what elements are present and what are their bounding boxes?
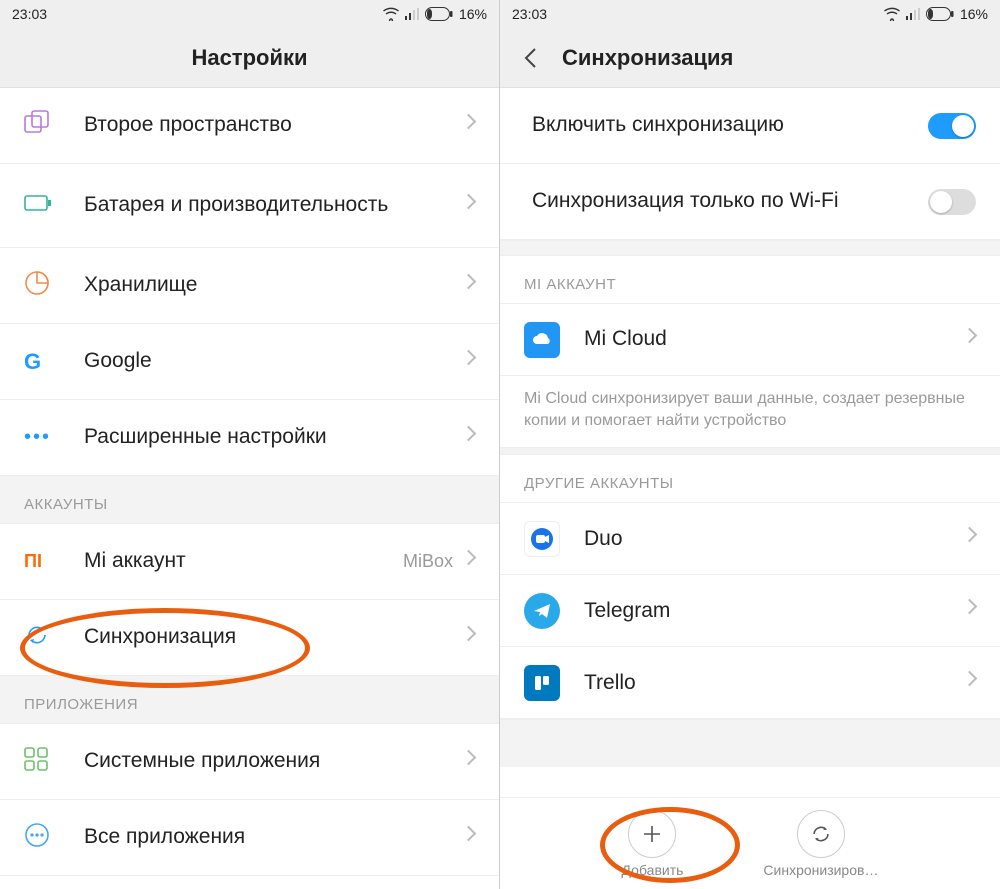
row-wifi-only[interactable]: Синхронизация только по Wi-Fi bbox=[500, 164, 1000, 240]
second-space-icon bbox=[24, 110, 50, 141]
section-accounts: АККАУНТЫ bbox=[0, 476, 499, 524]
row-advanced[interactable]: ••• Расширенные настройки bbox=[0, 400, 499, 476]
label: Синхронизация bbox=[84, 624, 463, 650]
label: Все приложения bbox=[84, 824, 463, 850]
plus-icon bbox=[628, 810, 676, 858]
separator bbox=[500, 447, 1000, 455]
signal-icon bbox=[906, 8, 920, 20]
toggle-wifi-only[interactable] bbox=[928, 189, 976, 215]
wifi-icon bbox=[383, 7, 399, 21]
chevron-right-icon bbox=[463, 752, 475, 772]
label: Включить синхронизацию bbox=[532, 112, 928, 138]
account-value: MiBox bbox=[403, 551, 453, 572]
battery-percent: 16% bbox=[459, 6, 487, 22]
wifi-icon bbox=[884, 7, 900, 21]
add-label: Добавить bbox=[622, 862, 684, 878]
page-title: Синхронизация bbox=[562, 45, 733, 71]
telegram-icon bbox=[524, 593, 560, 629]
sync-icon bbox=[24, 622, 50, 653]
section-other-accounts: ДРУГИЕ АККАУНТЫ bbox=[500, 455, 1000, 503]
row-mi-cloud[interactable]: Mi Cloud bbox=[500, 304, 1000, 376]
sync-now-button[interactable]: Синхронизиров… bbox=[763, 810, 878, 878]
row-second-space[interactable]: Второе пространство bbox=[0, 88, 499, 164]
row-google[interactable]: G Google bbox=[0, 324, 499, 400]
bottom-action-bar: Добавить Синхронизиров… bbox=[500, 797, 1000, 889]
clock: 23:03 bbox=[12, 6, 47, 22]
settings-list[interactable]: Второе пространство Батарея и производит… bbox=[0, 88, 499, 889]
mi-cloud-description: Mi Cloud синхронизирует ваши данные, соз… bbox=[500, 376, 1000, 447]
chevron-right-icon bbox=[964, 601, 976, 621]
row-trello[interactable]: Trello bbox=[500, 647, 1000, 719]
section-mi-account: MI АККАУНТ bbox=[500, 256, 1000, 304]
sync-screen: 23:03 16% Синхронизация Включить синхрон… bbox=[500, 0, 1000, 889]
signal-icon bbox=[405, 8, 419, 20]
section-apps: ПРИЛОЖЕНИЯ bbox=[0, 676, 499, 724]
label: Хранилище bbox=[84, 272, 463, 298]
label: Telegram bbox=[584, 598, 964, 624]
label: Расширенные настройки bbox=[84, 424, 463, 450]
system-apps-icon bbox=[24, 747, 48, 776]
label: Trello bbox=[584, 670, 964, 696]
all-apps-icon bbox=[24, 822, 50, 853]
label: Duo bbox=[584, 526, 964, 552]
row-mi-account[interactable]: ΠΙ Mi аккаунт MiBox bbox=[0, 524, 499, 600]
row-telegram[interactable]: Telegram bbox=[500, 575, 1000, 647]
mi-cloud-icon bbox=[524, 322, 560, 358]
battery-perf-icon bbox=[24, 193, 52, 218]
sync-now-icon bbox=[797, 810, 845, 858]
label: Системные приложения bbox=[84, 748, 463, 774]
chevron-right-icon bbox=[463, 116, 475, 136]
chevron-right-icon bbox=[463, 552, 475, 572]
header: Настройки bbox=[0, 28, 499, 88]
sync-list: Включить синхронизацию Синхронизация тол… bbox=[500, 88, 1000, 797]
battery-percent: 16% bbox=[960, 6, 988, 22]
chevron-right-icon bbox=[964, 673, 976, 693]
trello-icon bbox=[524, 665, 560, 701]
chevron-right-icon bbox=[463, 196, 475, 216]
row-duo[interactable]: Duo bbox=[500, 503, 1000, 575]
chevron-right-icon bbox=[964, 330, 976, 350]
row-sync[interactable]: Синхронизация bbox=[0, 600, 499, 676]
settings-screen: 23:03 16% Настройки Второе пространство bbox=[0, 0, 500, 889]
row-all-apps[interactable]: Все приложения bbox=[0, 800, 499, 876]
chevron-right-icon bbox=[463, 428, 475, 448]
label: Батарея и производительность bbox=[84, 192, 463, 218]
more-icon: ••• bbox=[24, 426, 51, 449]
row-enable-sync[interactable]: Включить синхронизацию bbox=[500, 88, 1000, 164]
sync-now-label: Синхронизиров… bbox=[763, 862, 878, 878]
separator bbox=[500, 240, 1000, 256]
chevron-right-icon bbox=[463, 628, 475, 648]
status-bar: 23:03 16% bbox=[0, 0, 499, 28]
status-icons: 16% bbox=[884, 6, 988, 22]
chevron-right-icon bbox=[463, 828, 475, 848]
chevron-right-icon bbox=[463, 352, 475, 372]
header: Синхронизация bbox=[500, 28, 1000, 88]
back-button[interactable] bbox=[516, 44, 544, 72]
page-title: Настройки bbox=[191, 45, 307, 71]
status-icons: 16% bbox=[383, 6, 487, 22]
add-account-button[interactable]: Добавить bbox=[622, 810, 684, 878]
row-system-apps[interactable]: Системные приложения bbox=[0, 724, 499, 800]
label: Второе пространство bbox=[84, 112, 463, 138]
chevron-right-icon bbox=[463, 276, 475, 296]
label: Mi аккаунт bbox=[84, 548, 403, 574]
duo-icon bbox=[524, 521, 560, 557]
label: Google bbox=[84, 348, 463, 374]
toggle-enable-sync[interactable] bbox=[928, 113, 976, 139]
status-bar: 23:03 16% bbox=[500, 0, 1000, 28]
google-icon: G bbox=[24, 349, 41, 375]
clock: 23:03 bbox=[512, 6, 547, 22]
chevron-right-icon bbox=[964, 529, 976, 549]
row-storage[interactable]: Хранилище bbox=[0, 248, 499, 324]
row-battery-perf[interactable]: Батарея и производительность bbox=[0, 164, 499, 248]
separator bbox=[500, 719, 1000, 767]
label: Синхронизация только по Wi-Fi bbox=[532, 188, 928, 214]
battery-icon bbox=[926, 7, 954, 21]
battery-icon bbox=[425, 7, 453, 21]
storage-icon bbox=[24, 270, 50, 301]
label: Mi Cloud bbox=[584, 326, 964, 352]
mi-icon: ΠΙ bbox=[24, 551, 42, 572]
